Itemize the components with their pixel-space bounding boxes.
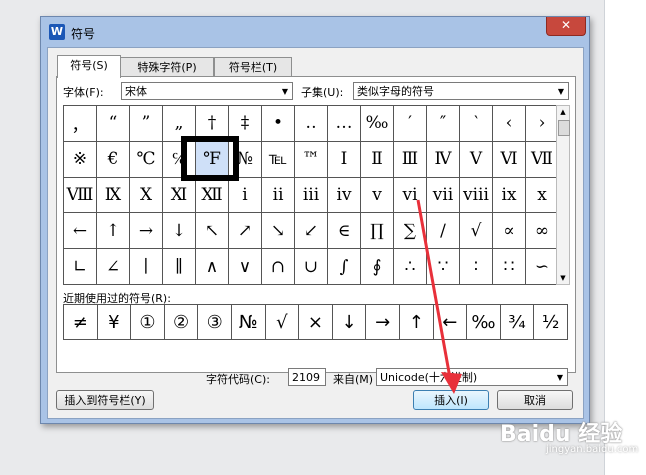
annotation-arrow-shaft xyxy=(416,199,452,379)
tab-symbols[interactable]: 符号(S) xyxy=(57,55,121,78)
watermark-url: jingyan.baidu.com xyxy=(546,444,639,455)
annotation-arrow-head xyxy=(441,372,462,394)
